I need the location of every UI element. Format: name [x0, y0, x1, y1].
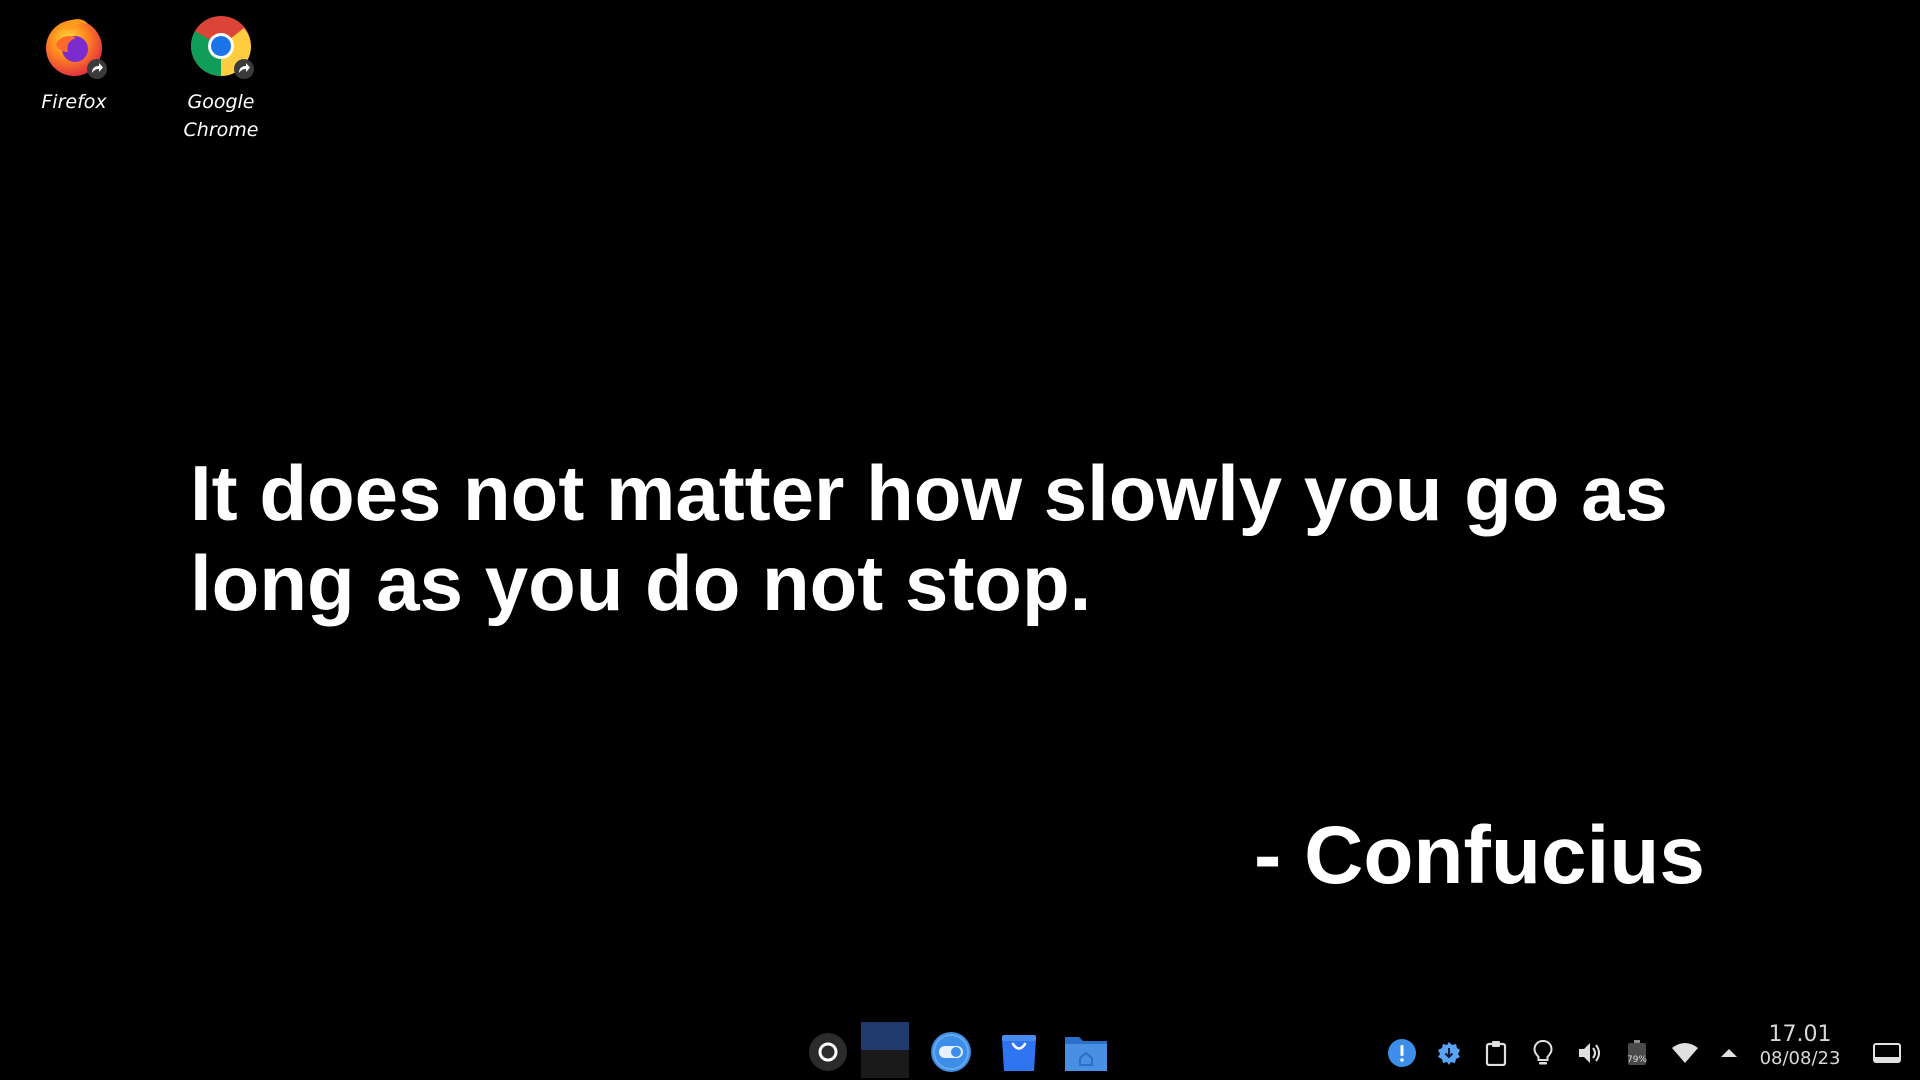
taskbar-clock[interactable]: 17.01 08/08/23	[1752, 1022, 1848, 1070]
shortcut-arrow-icon	[234, 59, 254, 79]
wifi-button[interactable]	[1670, 1038, 1700, 1068]
taskbar: 79% 17.01 08/08/23	[0, 1020, 1920, 1080]
show-desktop-button[interactable]	[1872, 1038, 1902, 1068]
app-launcher-button[interactable]	[804, 1028, 852, 1076]
volume-button[interactable]	[1575, 1038, 1605, 1068]
clipboard-button[interactable]	[1481, 1038, 1511, 1068]
wifi-icon	[1672, 1043, 1698, 1063]
settings-toggle-button[interactable]	[927, 1028, 975, 1076]
battery-percent-label: 79%	[1626, 1055, 1647, 1065]
shortcut-arrow-icon	[87, 59, 107, 79]
software-store-button[interactable]	[995, 1028, 1043, 1076]
software-store-icon	[1002, 1035, 1036, 1071]
workspace-switcher-icon	[861, 1022, 909, 1078]
firefox-icon	[42, 14, 107, 79]
file-manager-icon	[1065, 1037, 1107, 1071]
workspace-switcher-button[interactable]	[861, 1022, 909, 1078]
battery-button[interactable]: 79%	[1622, 1038, 1652, 1068]
volume-icon	[1579, 1043, 1600, 1063]
desktop: Firefox Google Chrome It does not matter…	[0, 0, 1920, 1080]
expand-tray-icon	[1721, 1049, 1737, 1057]
app-launcher-icon	[809, 1033, 847, 1071]
file-manager-button[interactable]	[1062, 1028, 1110, 1076]
system-update-icon	[1438, 1042, 1460, 1065]
notification-alert-icon	[1388, 1039, 1416, 1067]
desktop-icon-label: Google Chrome	[183, 91, 259, 141]
clock-time: 17.01	[1768, 1022, 1832, 1047]
night-light-button[interactable]	[1528, 1038, 1558, 1068]
desktop-icon-label: Firefox	[41, 91, 107, 113]
clock-date: 08/08/23	[1759, 1048, 1841, 1069]
notification-alert-button[interactable]	[1387, 1038, 1417, 1068]
desktop-icon-google-chrome[interactable]: Google Chrome	[156, 14, 286, 144]
show-desktop-icon	[1873, 1043, 1901, 1063]
wallpaper-quote: It does not matter how slowly you go as …	[190, 449, 1668, 627]
expand-tray-button[interactable]	[1714, 1038, 1744, 1068]
wallpaper-quote-author: - Confucius	[1254, 810, 1705, 901]
settings-toggle-icon	[931, 1032, 971, 1072]
clipboard-icon	[1485, 1041, 1507, 1066]
chrome-icon	[189, 14, 254, 79]
system-update-button[interactable]	[1434, 1038, 1464, 1068]
desktop-icon-firefox[interactable]: Firefox	[9, 14, 139, 116]
lightbulb-icon	[1533, 1039, 1553, 1065]
